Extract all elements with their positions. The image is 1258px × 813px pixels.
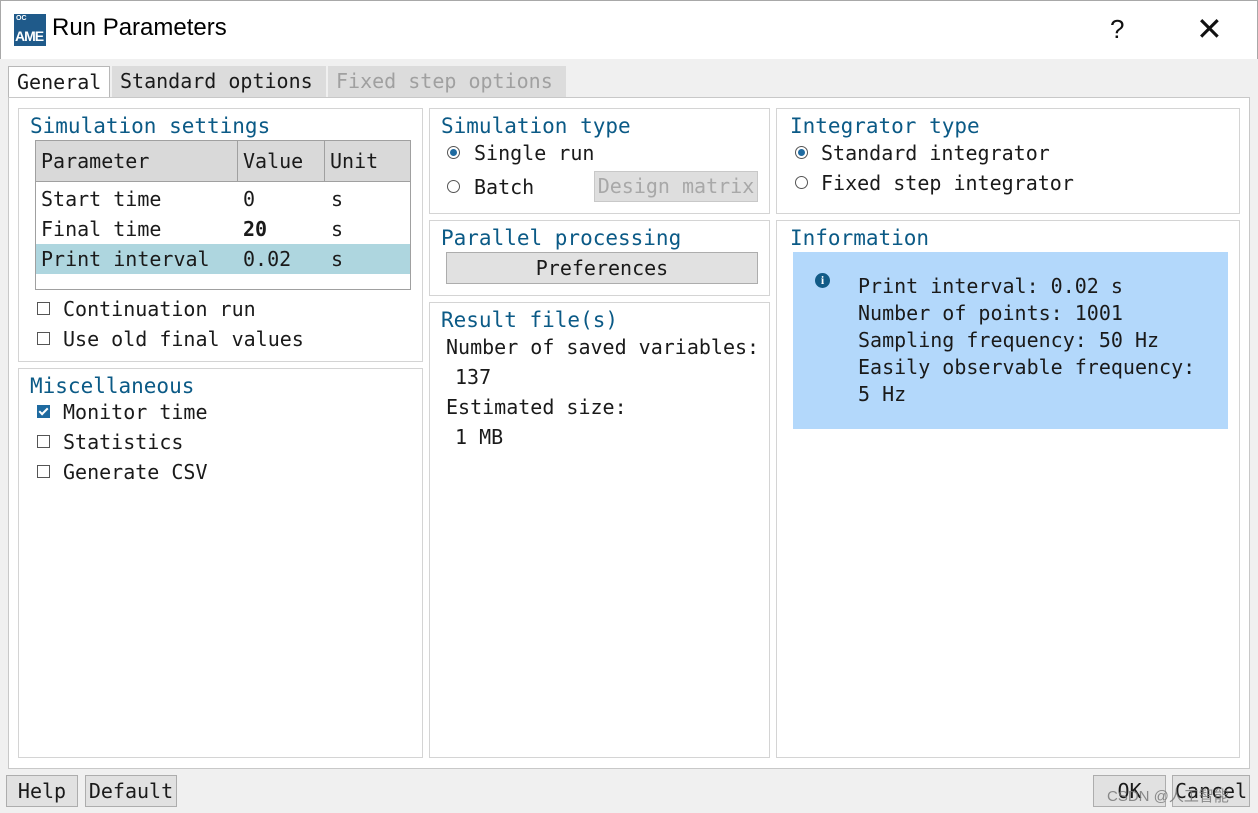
info-line-sampling-frequency: Sampling frequency: 50 Hz <box>858 328 1160 352</box>
continuation-run-label[interactable]: Continuation run <box>63 297 256 321</box>
standard-integrator-label[interactable]: Standard integrator <box>821 141 1050 165</box>
column-header-unit[interactable]: Unit <box>325 141 410 181</box>
miscellaneous-panel <box>18 368 423 758</box>
param-name: Start time <box>41 187 162 211</box>
info-line-number-of-points: Number of points: 1001 <box>858 301 1123 325</box>
single-run-label[interactable]: Single run <box>474 141 594 165</box>
statistics-checkbox[interactable] <box>37 435 50 448</box>
saved-variables-value: 137 <box>455 365 492 389</box>
use-old-final-values-checkbox[interactable] <box>37 332 50 345</box>
app-logo-icon: OC AME <box>14 14 46 46</box>
table-row[interactable]: Start time 0 s <box>36 184 410 214</box>
column-header-parameter[interactable]: Parameter <box>36 141 238 181</box>
param-unit: s <box>331 187 344 211</box>
monitor-time-label[interactable]: Monitor time <box>63 400 208 424</box>
fixed-step-integrator-radio[interactable] <box>795 176 808 189</box>
parallel-processing-title: Parallel processing <box>441 226 682 250</box>
default-button[interactable]: Default <box>85 775 177 807</box>
standard-integrator-radio[interactable] <box>795 146 808 159</box>
simulation-settings-title: Simulation settings <box>30 114 271 138</box>
info-icon: i <box>815 273 830 288</box>
help-button[interactable]: Help <box>6 775 78 807</box>
saved-variables-label: Number of saved variables: <box>446 335 760 359</box>
use-old-final-values-label[interactable]: Use old final values <box>63 327 304 351</box>
param-name: Final time <box>41 217 162 241</box>
generate-csv-checkbox[interactable] <box>37 465 50 478</box>
simulation-type-title: Simulation type <box>441 114 631 138</box>
param-unit: s <box>331 247 344 271</box>
parameter-table: Parameter Value Unit Start time 0 s Fina… <box>35 140 411 290</box>
param-value[interactable]: 20 <box>243 214 267 244</box>
logo-text: AME <box>15 28 44 44</box>
continuation-run-checkbox[interactable] <box>37 302 50 315</box>
column-header-value[interactable]: Value <box>238 141 325 181</box>
info-line-print-interval: Print interval: 0.02 s <box>858 274 1123 298</box>
tab-fixed-step-options: Fixed step options <box>328 66 566 97</box>
fixed-step-integrator-label[interactable]: Fixed step integrator <box>821 171 1074 195</box>
window-title: Run Parameters <box>52 14 227 41</box>
single-run-radio[interactable] <box>447 146 460 159</box>
logo-small-text: OC <box>16 15 27 22</box>
estimated-size-label: Estimated size: <box>446 395 627 419</box>
param-unit: s <box>331 217 344 241</box>
integrator-type-title: Integrator type <box>790 114 980 138</box>
monitor-time-checkbox[interactable] <box>37 405 50 418</box>
estimated-size-value: 1 MB <box>455 425 504 449</box>
tab-standard-options[interactable]: Standard options <box>112 66 326 97</box>
info-line-observable-frequency-value: 5 Hz <box>858 382 907 406</box>
generate-csv-label[interactable]: Generate CSV <box>63 460 208 484</box>
miscellaneous-title: Miscellaneous <box>30 374 195 398</box>
information-title: Information <box>790 226 930 250</box>
help-question-icon[interactable]: ? <box>1110 14 1124 45</box>
table-row[interactable]: Final time 20 s <box>36 214 410 244</box>
preferences-button[interactable]: Preferences <box>446 252 758 284</box>
statistics-label[interactable]: Statistics <box>63 430 183 454</box>
table-header: Parameter Value Unit <box>36 141 410 182</box>
batch-label[interactable]: Batch <box>474 175 534 199</box>
param-value[interactable]: 0 <box>243 184 255 214</box>
close-icon[interactable]: ✕ <box>1196 10 1223 48</box>
table-row-selected[interactable]: Print interval 0.02 s <box>36 244 410 274</box>
tab-general[interactable]: General <box>8 66 110 98</box>
param-value[interactable]: 0.02 <box>243 244 291 274</box>
watermark: CSDN @人工智能 <box>1107 788 1229 805</box>
info-line-observable-frequency: Easily observable frequency: <box>858 355 1196 379</box>
batch-radio[interactable] <box>447 180 460 193</box>
result-files-title: Result file(s) <box>441 308 619 332</box>
param-name: Print interval <box>41 247 210 271</box>
design-matrix-button: Design matrix <box>594 171 758 202</box>
